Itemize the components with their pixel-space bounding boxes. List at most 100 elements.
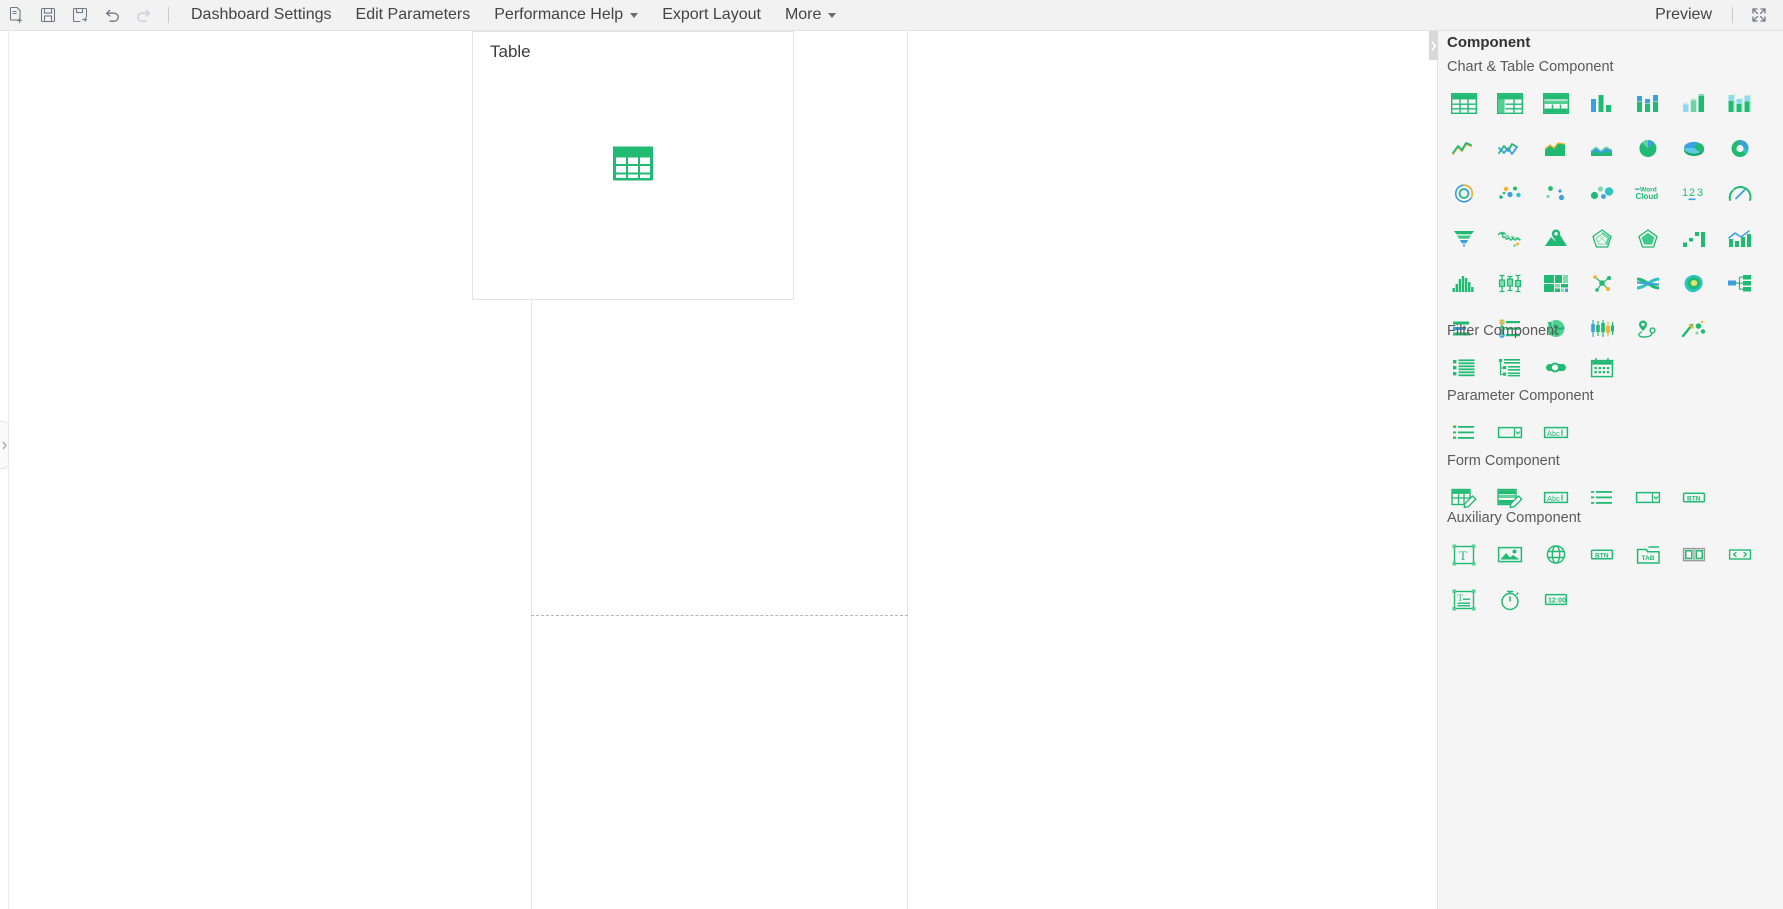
line-chart-icon[interactable] — [1441, 126, 1487, 171]
stacked-column-chart-icon[interactable] — [1625, 81, 1671, 126]
contour-map-icon[interactable] — [1671, 261, 1717, 306]
multi-line-chart-icon[interactable] — [1487, 126, 1533, 171]
stacked-column-3d-chart-icon[interactable] — [1717, 81, 1763, 126]
pagination-icon[interactable] — [1717, 532, 1763, 577]
pie-3d-chart-icon[interactable] — [1671, 126, 1717, 171]
section-title: Form Component — [1447, 453, 1560, 469]
param-text-icon[interactable]: Abc — [1533, 410, 1579, 455]
web-page-icon[interactable] — [1533, 532, 1579, 577]
svg-text:TAB: TAB — [1642, 555, 1655, 562]
svg-text:Cloud: Cloud — [1636, 192, 1659, 201]
menu-label: Performance Help — [494, 6, 624, 23]
ring-progress-icon[interactable] — [1441, 171, 1487, 216]
chevron-right-icon — [1431, 40, 1436, 51]
timer-icon[interactable] — [1487, 577, 1533, 622]
menu-export-layout[interactable]: Export Layout — [650, 0, 773, 31]
table-widget[interactable]: Table — [472, 31, 794, 300]
menu-label: Export Layout — [662, 6, 761, 23]
treemap-icon[interactable] — [1533, 261, 1579, 306]
histogram-icon[interactable] — [1441, 261, 1487, 306]
text-box-icon[interactable]: T — [1441, 532, 1487, 577]
menu-label: Edit Parameters — [355, 6, 471, 23]
cross-table-icon[interactable] — [1487, 81, 1533, 126]
clock-icon[interactable]: 12:00 — [1533, 577, 1579, 622]
org-tree-icon[interactable] — [1717, 261, 1763, 306]
world-map-icon[interactable] — [1487, 216, 1533, 261]
date-filter-icon[interactable] — [1579, 345, 1625, 390]
switch-filter-icon[interactable] — [1533, 345, 1579, 390]
svg-text:1: 1 — [1682, 187, 1688, 199]
dashboard-canvas[interactable]: Table — [9, 31, 1437, 909]
toolbar-right-group: Preview — [1643, 0, 1783, 31]
left-panel-expand-tab[interactable] — [0, 421, 9, 469]
area-chart-icon[interactable] — [1533, 126, 1579, 171]
box-plot-icon[interactable] — [1487, 261, 1533, 306]
section-title: Filter Component — [1447, 323, 1559, 339]
radar-chart-icon[interactable] — [1579, 216, 1625, 261]
parameter-icon-grid: Abc — [1441, 410, 1783, 455]
table-placeholder-icon — [613, 146, 653, 185]
auxiliary-icon-grid: T BTN TAB T 12:00 — [1441, 532, 1783, 622]
chart-icon-grid: Word Cloud 1 2 3 — [1441, 81, 1783, 351]
preview-label: Preview — [1655, 6, 1712, 23]
menu-performance-help[interactable]: Performance Help — [482, 0, 650, 31]
section-title: Chart & Table Component — [1447, 59, 1614, 75]
save-as-icon[interactable] — [64, 0, 96, 31]
section-parameter-component: Parameter Component Abc — [1438, 388, 1783, 455]
section-title: Parameter Component — [1447, 388, 1594, 404]
column-3d-chart-icon[interactable] — [1671, 81, 1717, 126]
gauge-chart-icon[interactable] — [1717, 171, 1763, 216]
chevron-down-icon — [828, 12, 837, 18]
svg-text:T: T — [1459, 548, 1467, 563]
section-auxiliary-component: Auxiliary Component T BTN TAB T 12:00 — [1438, 510, 1783, 622]
funnel-chart-icon[interactable] — [1441, 216, 1487, 261]
waterfall-chart-icon[interactable] — [1671, 216, 1717, 261]
word-cloud-icon[interactable]: Word Cloud — [1625, 171, 1671, 216]
param-dropdown-icon[interactable] — [1487, 410, 1533, 455]
point-map-icon[interactable] — [1533, 216, 1579, 261]
chevron-right-icon — [2, 441, 7, 449]
table-widget-title: Table — [490, 42, 531, 61]
tree-filter-icon[interactable] — [1487, 345, 1533, 390]
filled-radar-chart-icon[interactable] — [1625, 216, 1671, 261]
redo-icon[interactable] — [128, 0, 160, 31]
section-title: Auxiliary Component — [1447, 510, 1581, 526]
combo-chart-icon[interactable] — [1717, 216, 1763, 261]
donut-chart-icon[interactable] — [1717, 126, 1763, 171]
save-icon[interactable] — [32, 0, 64, 31]
toolbar-divider — [168, 7, 169, 23]
menu-dashboard-settings[interactable]: Dashboard Settings — [179, 0, 344, 31]
stacked-area-chart-icon[interactable] — [1579, 126, 1625, 171]
pie-chart-icon[interactable] — [1625, 126, 1671, 171]
svg-text:3: 3 — [1697, 187, 1703, 199]
preview-button[interactable]: Preview — [1643, 0, 1724, 31]
undo-icon[interactable] — [96, 0, 128, 31]
param-list-icon[interactable] — [1441, 410, 1487, 455]
button-icon[interactable]: BTN — [1579, 532, 1625, 577]
sankey-chart-icon[interactable] — [1625, 261, 1671, 306]
panel-title: Component — [1447, 34, 1531, 51]
packed-bubble-icon[interactable] — [1579, 171, 1625, 216]
menu-edit-parameters[interactable]: Edit Parameters — [344, 0, 483, 31]
image-icon[interactable] — [1487, 532, 1533, 577]
canvas-row-divider[interactable] — [531, 615, 908, 616]
tab-icon[interactable]: TAB — [1625, 532, 1671, 577]
column-chart-icon[interactable] — [1579, 81, 1625, 126]
svg-text:T: T — [1458, 593, 1464, 603]
new-dashboard-icon[interactable] — [0, 0, 32, 31]
scatter-chart-icon[interactable] — [1487, 171, 1533, 216]
top-toolbar: Dashboard Settings Edit Parameters Perfo… — [0, 0, 1783, 31]
carousel-icon[interactable] — [1671, 532, 1717, 577]
fullscreen-icon[interactable] — [1743, 0, 1775, 31]
bubble-chart-icon[interactable] — [1533, 171, 1579, 216]
chevron-down-icon — [630, 12, 639, 18]
svg-text:BTN: BTN — [1595, 552, 1609, 559]
kpi-number-icon[interactable]: 1 2 3 — [1671, 171, 1717, 216]
network-chart-icon[interactable] — [1579, 261, 1625, 306]
table-icon[interactable] — [1441, 81, 1487, 126]
group-table-icon[interactable] — [1533, 81, 1579, 126]
panel-collapse-tab[interactable] — [1429, 31, 1438, 60]
rich-text-icon[interactable]: T — [1441, 577, 1487, 622]
menu-more[interactable]: More — [773, 0, 848, 31]
list-filter-icon[interactable] — [1441, 345, 1487, 390]
